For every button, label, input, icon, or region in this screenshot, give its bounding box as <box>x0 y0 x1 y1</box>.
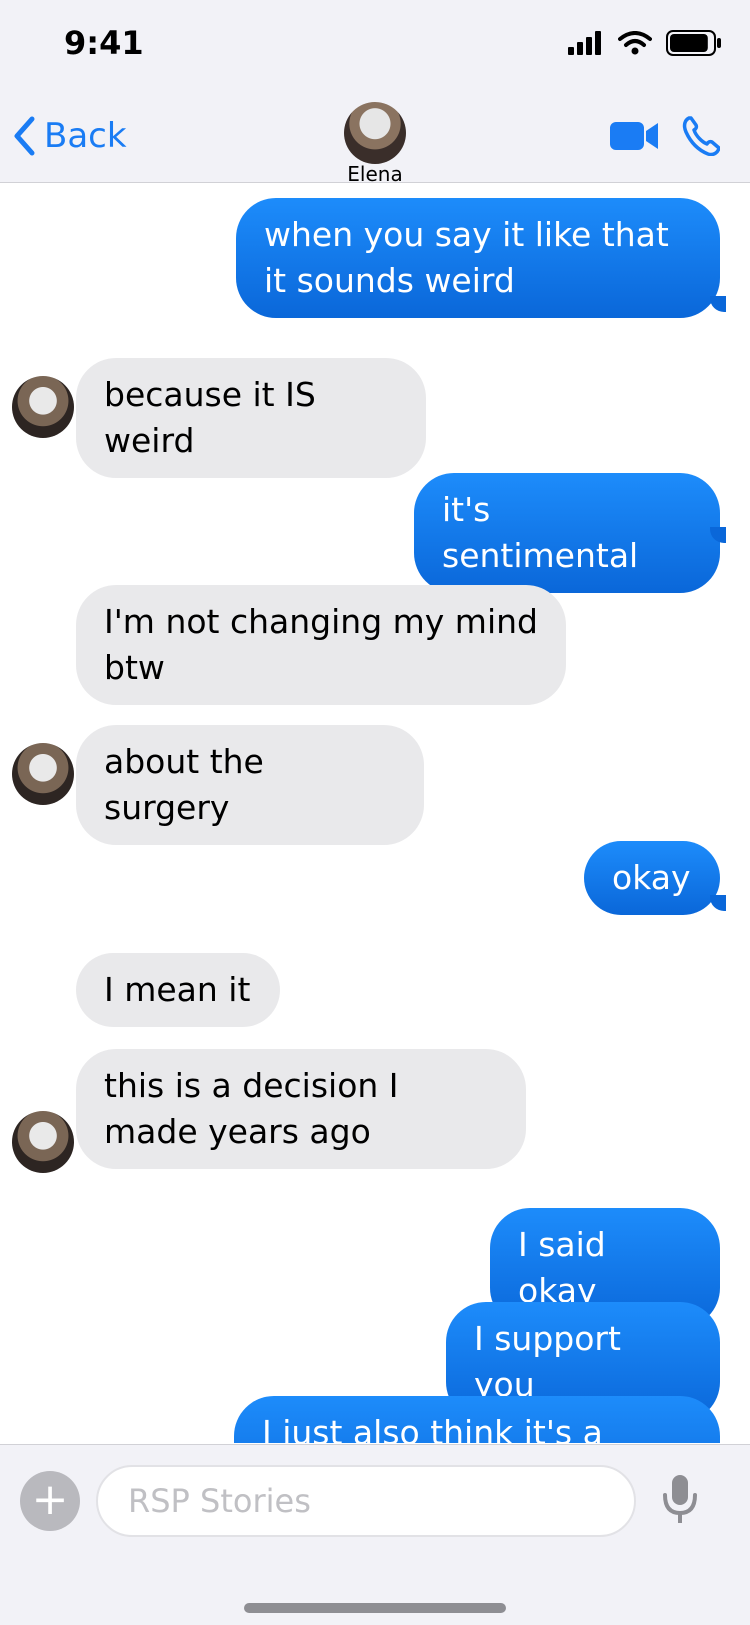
contact-avatar-small <box>12 743 74 805</box>
contact-avatar-small <box>12 376 74 438</box>
message-bubble-incoming[interactable]: I mean it <box>76 953 280 1027</box>
message-bubble-outgoing[interactable]: when you say it like that it sounds weir… <box>236 198 720 318</box>
home-indicator[interactable] <box>244 1603 506 1613</box>
bubble-tail <box>710 296 726 312</box>
contact-avatar[interactable] <box>344 102 406 164</box>
status-icons <box>568 28 722 58</box>
message-bubble-outgoing[interactable]: it's sentimental <box>414 473 720 593</box>
message-bubble-outgoing[interactable]: I just also think it's a waste <box>234 1396 720 1443</box>
composer-bar: + <box>0 1444 750 1625</box>
status-bar: 9:41 <box>0 0 750 90</box>
message-bubble-outgoing[interactable]: okay <box>584 841 720 915</box>
back-button[interactable]: Back <box>12 116 127 156</box>
message-bubble-incoming[interactable]: this is a decision I made years ago <box>76 1049 526 1169</box>
bubble-tail <box>710 895 726 911</box>
phone-icon[interactable] <box>682 116 720 156</box>
battery-icon <box>666 30 721 56</box>
message-bubble-incoming[interactable]: about the surgery <box>76 725 424 845</box>
back-label: Back <box>44 116 127 156</box>
conversation-header: Back Elena <box>0 90 750 186</box>
message-bubble-incoming[interactable]: because it IS weird <box>76 358 426 478</box>
message-input[interactable] <box>96 1465 636 1537</box>
video-camera-icon[interactable] <box>610 120 660 152</box>
microphone-icon[interactable] <box>662 1475 698 1523</box>
wifi-icon <box>618 31 652 55</box>
message-thread[interactable]: when you say it like that it sounds weir… <box>0 183 750 1443</box>
plus-icon[interactable]: + <box>20 1471 80 1531</box>
status-time: 9:41 <box>64 24 144 62</box>
signal-icon <box>568 31 601 55</box>
message-bubble-incoming[interactable]: I'm not changing my mind btw <box>76 585 566 705</box>
contact-avatar-small <box>12 1111 74 1173</box>
back-chevron-icon <box>14 116 35 156</box>
